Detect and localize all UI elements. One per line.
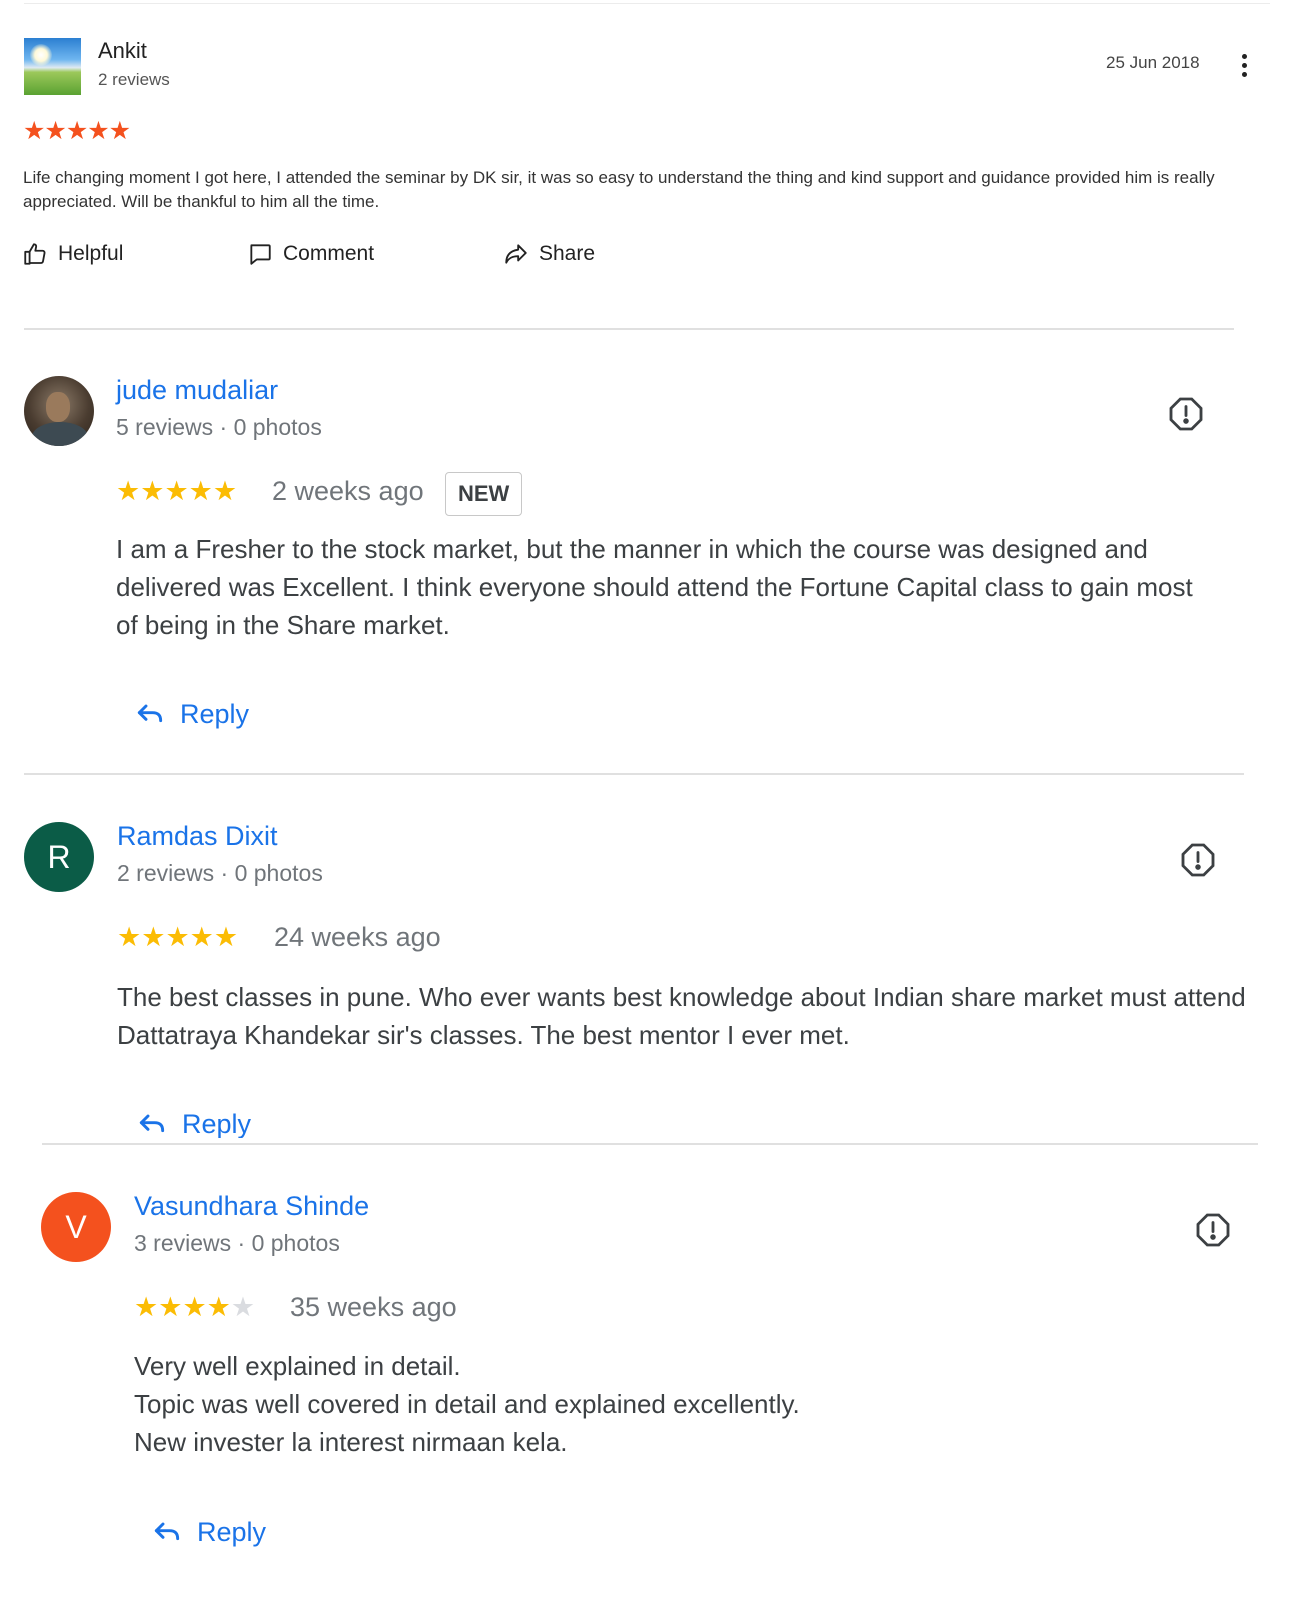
divider: [42, 1143, 1258, 1145]
review-text-line: Topic was well covered in detail and exp…: [134, 1389, 800, 1419]
star-filled-icon: ★: [117, 922, 142, 952]
comment-button[interactable]: Comment: [247, 238, 374, 270]
review-text: Very well explained in detail. Topic was…: [134, 1347, 1234, 1461]
review-time: 2 weeks ago: [272, 476, 424, 506]
star-filled-icon: ★: [189, 922, 214, 952]
reviewer-meta: 2 reviews: [98, 70, 170, 89]
star-rating: ★★★★★: [116, 476, 237, 507]
star-filled-icon: ★: [165, 922, 190, 952]
reviewer-name[interactable]: Ankit: [98, 38, 147, 64]
review-text: Life changing moment I got here, I atten…: [23, 168, 1215, 211]
review-text-line: New invester la interest nirmaan kela.: [134, 1427, 568, 1457]
reply-icon: [137, 704, 163, 723]
star-filled-icon: ★: [182, 1292, 207, 1322]
share-label: Share: [539, 242, 596, 265]
star-filled-icon: ★: [213, 922, 239, 952]
reviewer-meta: 5 reviews · 0 photos: [116, 414, 322, 440]
thumbs-up-icon: [24, 243, 46, 265]
reviewer-name[interactable]: Vasundhara Shinde: [134, 1191, 369, 1222]
reply-button-clip: Reply: [130, 1100, 330, 1138]
reply-label: Reply: [180, 698, 250, 729]
reply-label: Reply: [182, 1108, 252, 1139]
star-empty-icon: ★: [230, 1292, 256, 1322]
reviewer-meta: 2 reviews · 0 photos: [117, 860, 323, 886]
share-icon: [505, 244, 527, 264]
report-icon[interactable]: [1180, 842, 1216, 878]
avatar: [24, 38, 81, 95]
avatar[interactable]: V: [41, 1192, 111, 1262]
reply-icon: [139, 1114, 165, 1133]
reply-icon: [154, 1522, 180, 1541]
star-filled-icon: ★: [206, 1292, 231, 1322]
star-rating: ★★★★★: [117, 922, 238, 953]
new-badge: NEW: [445, 472, 523, 516]
reply-label: Reply: [197, 1516, 267, 1547]
more-vert-icon[interactable]: [1236, 52, 1252, 80]
star-filled-icon: ★: [158, 1292, 183, 1322]
top-border: [24, 3, 1270, 4]
helpful-button[interactable]: Helpful: [22, 238, 123, 270]
reviewer-name[interactable]: Ramdas Dixit: [117, 821, 278, 852]
comment-icon: [250, 244, 271, 265]
reply-button[interactable]: Reply: [134, 698, 249, 730]
star-filled-icon: ★: [116, 476, 141, 506]
star-filled-icon: ★: [164, 476, 189, 506]
star-filled-icon: ★: [134, 1292, 159, 1322]
star-filled-icon: ★: [188, 476, 213, 506]
star-filled-icon: ★: [140, 476, 165, 506]
avatar[interactable]: [24, 376, 94, 446]
reply-button[interactable]: Reply: [136, 1108, 251, 1138]
review-time: 35 weeks ago: [290, 1292, 457, 1322]
review-time: 24 weeks ago: [274, 922, 441, 952]
helpful-label: Helpful: [58, 242, 124, 265]
review-text: The best classes in pune. Who ever wants…: [117, 982, 1246, 1050]
report-icon[interactable]: [1195, 1212, 1231, 1248]
star-filled-icon: ★: [141, 922, 166, 952]
star-rating: ★★★★★: [134, 1292, 255, 1323]
review-text: I am a Fresher to the stock market, but …: [116, 534, 1193, 640]
star-filled-icon: ★: [212, 476, 238, 506]
report-icon[interactable]: [1168, 396, 1204, 432]
divider: [24, 328, 1234, 330]
comment-label: Comment: [283, 242, 375, 265]
avatar[interactable]: R: [24, 822, 94, 892]
reply-button[interactable]: Reply: [151, 1516, 266, 1548]
review-text-line: Very well explained in detail.: [134, 1351, 461, 1381]
star-rating: ★★★★★: [23, 117, 131, 145]
review-date: 25 Jun 2018: [1106, 53, 1200, 72]
reviewer-name[interactable]: jude mudaliar: [116, 375, 278, 406]
share-button[interactable]: Share: [503, 238, 595, 270]
reviewer-meta: 3 reviews · 0 photos: [134, 1230, 340, 1256]
divider: [24, 773, 1244, 775]
